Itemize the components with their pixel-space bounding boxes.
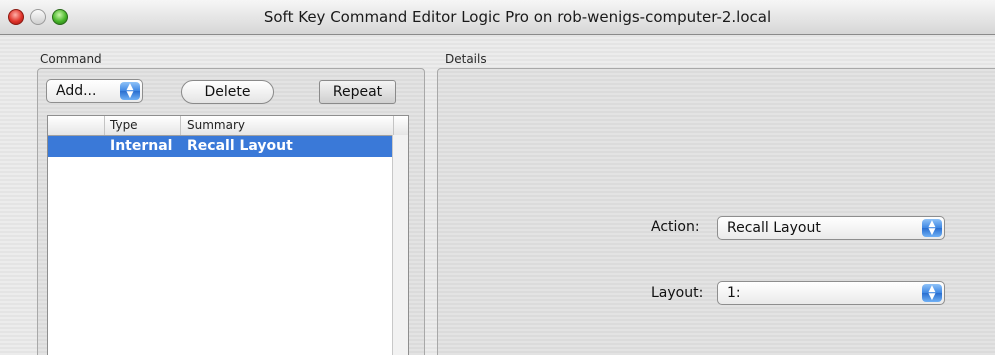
title-bar[interactable]: Soft Key Command Editor Logic Pro on rob… <box>0 0 995 35</box>
row-summary-cell: Recall Layout <box>187 138 293 154</box>
add-popup-label: Add... <box>56 83 97 99</box>
up-down-arrows-icon: ▲ ▼ <box>922 284 942 302</box>
delete-button[interactable]: Delete <box>181 80 274 104</box>
column-header-type[interactable]: Type <box>110 118 138 132</box>
table-row[interactable]: Internal Recall Layout <box>48 136 393 157</box>
action-popup-value: Recall Layout <box>727 220 821 236</box>
details-group-box <box>437 68 995 355</box>
layout-popup-value: 1: <box>727 285 741 301</box>
editor-window: Soft Key Command Editor Logic Pro on rob… <box>0 0 995 355</box>
column-divider <box>180 116 181 135</box>
window-title: Soft Key Command Editor Logic Pro on rob… <box>263 8 772 26</box>
column-divider <box>104 116 105 135</box>
action-label: Action: <box>651 219 700 235</box>
add-popup[interactable]: Add... ▲ ▼ <box>46 79 143 103</box>
details-group-label: Details <box>445 52 487 66</box>
action-popup[interactable]: Recall Layout ▲ ▼ <box>717 216 945 240</box>
column-divider <box>393 116 394 135</box>
up-down-arrows-icon: ▲ ▼ <box>120 82 140 100</box>
command-table[interactable]: Type Summary Internal Recall Layout <box>47 115 409 355</box>
layout-popup[interactable]: 1: ▲ ▼ <box>717 281 945 305</box>
table-scrollbar[interactable] <box>392 135 408 355</box>
column-header-summary[interactable]: Summary <box>187 118 245 132</box>
layout-label: Layout: <box>651 285 704 301</box>
command-group-label: Command <box>40 52 102 66</box>
row-type-cell: Internal <box>110 138 173 154</box>
table-header: Type Summary <box>48 116 408 136</box>
repeat-button[interactable]: Repeat <box>319 80 396 104</box>
up-down-arrows-icon: ▲ ▼ <box>922 219 942 237</box>
